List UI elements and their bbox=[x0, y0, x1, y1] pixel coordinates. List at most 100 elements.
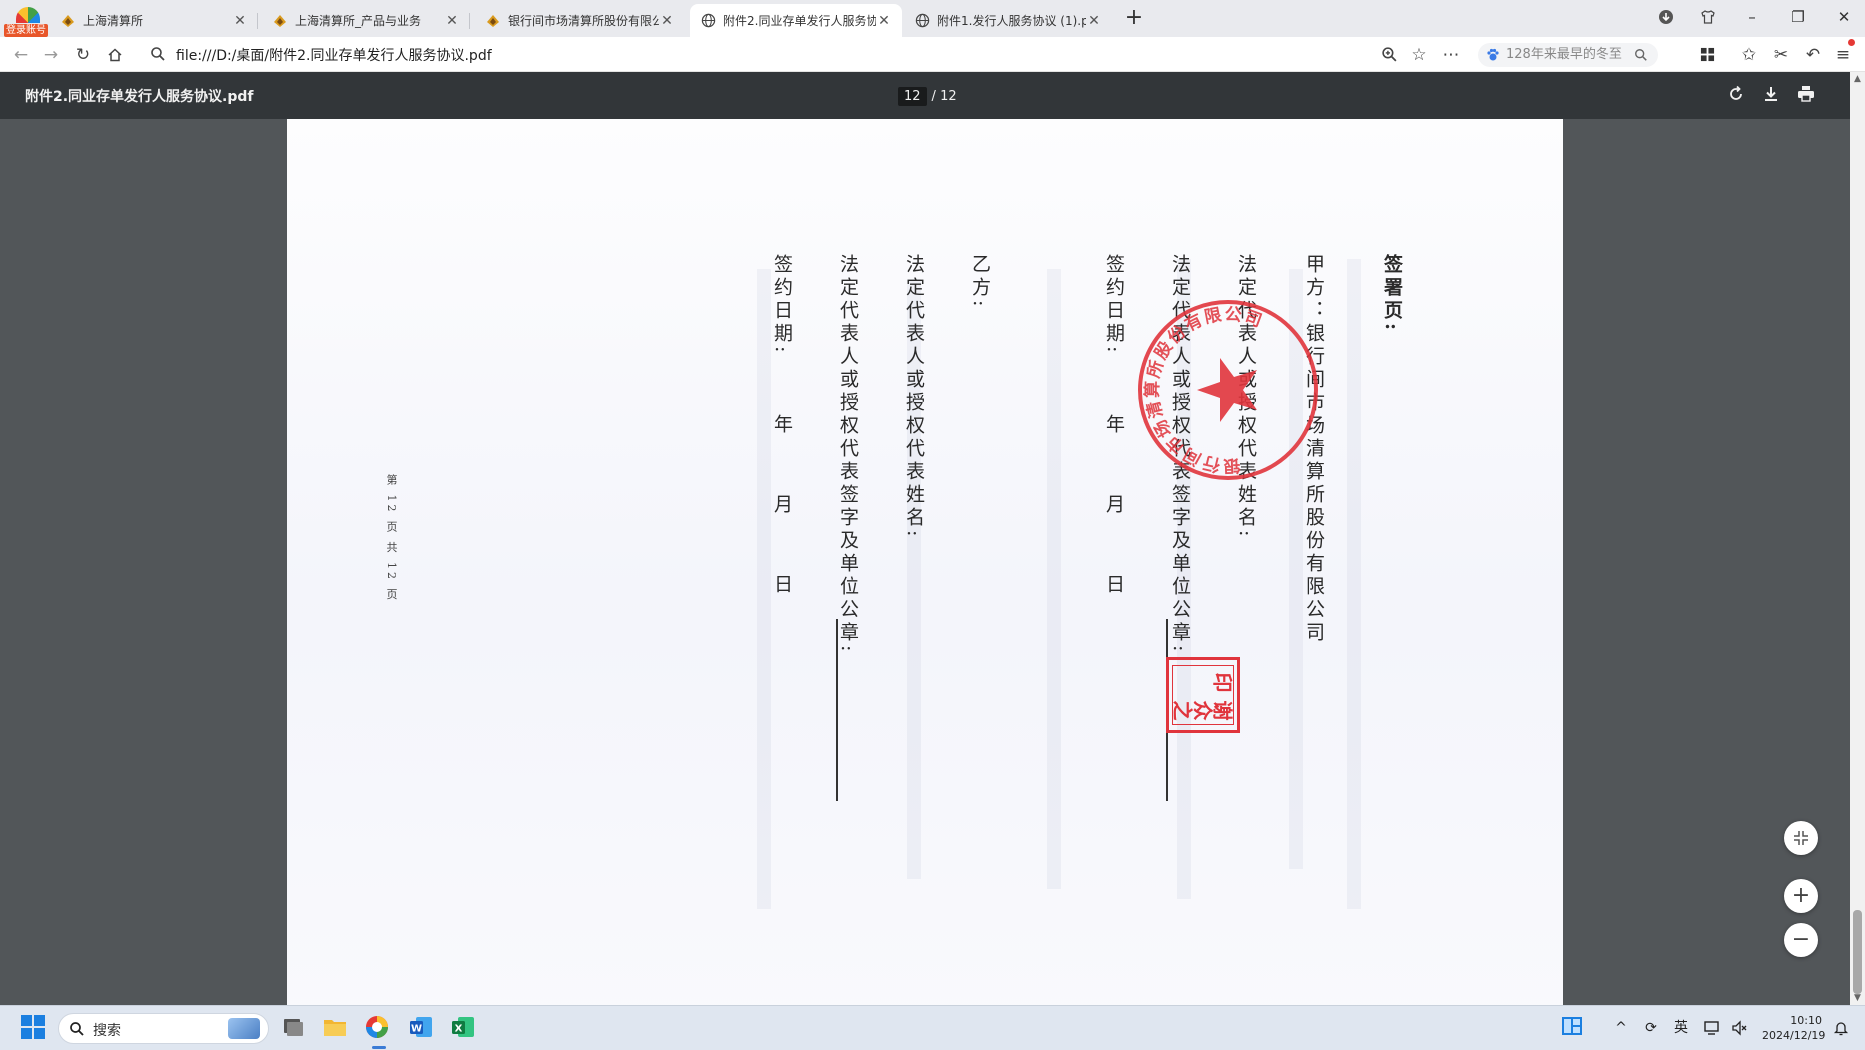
zoom-icon[interactable] bbox=[1376, 42, 1402, 68]
pdf-toolbar: 附件2.同业存单发行人服务协议.pdf 12 / 12 bbox=[0, 72, 1850, 119]
tab-title: 银行间市场清算所股份有限公 bbox=[508, 14, 659, 28]
party-b-line: 乙方: bbox=[969, 254, 991, 311]
shclearing-favicon bbox=[272, 13, 288, 29]
zoom-in-button[interactable]: + bbox=[1784, 879, 1818, 913]
word-icon[interactable]: W bbox=[408, 1014, 436, 1042]
print-icon[interactable] bbox=[1796, 84, 1818, 106]
hot-search-box[interactable]: 128年来最早的冬至 bbox=[1478, 43, 1658, 67]
widgets-icon[interactable] bbox=[1560, 1014, 1588, 1042]
rotate-icon[interactable] bbox=[1726, 84, 1748, 106]
taskbar-search-label: 搜索 bbox=[93, 1023, 121, 1039]
fit-page-button[interactable] bbox=[1784, 821, 1818, 855]
file-explorer-icon[interactable] bbox=[322, 1014, 350, 1042]
page-separator: / bbox=[931, 88, 936, 104]
page-indicator: 12 / 12 bbox=[898, 85, 957, 107]
party-a-day: 日 bbox=[1103, 574, 1125, 597]
reload-button[interactable]: ↻ bbox=[70, 42, 96, 68]
scroll-thumb[interactable] bbox=[1853, 910, 1862, 994]
tab-attachment-2-pdf[interactable]: 附件2.同业存单发行人服务协 ✕ bbox=[690, 4, 902, 37]
tab-close-icon[interactable]: ✕ bbox=[659, 13, 675, 29]
sync-icon[interactable]: ⟳ bbox=[1640, 1017, 1662, 1039]
back-button[interactable]: ← bbox=[8, 42, 34, 68]
tab-close-icon[interactable]: ✕ bbox=[1086, 13, 1102, 29]
search-highlight-icon bbox=[228, 1018, 260, 1039]
home-button[interactable] bbox=[102, 42, 128, 68]
page-footer: 第 12 页 共 12 页 bbox=[385, 474, 398, 603]
notification-dot bbox=[1848, 39, 1855, 46]
speaker-muted-icon[interactable] bbox=[1728, 1017, 1752, 1039]
forward-button[interactable]: → bbox=[38, 42, 64, 68]
login-badge: 登录账号 bbox=[4, 24, 48, 37]
clock-date: 2024/12/19 bbox=[1762, 1029, 1826, 1042]
close-window-button[interactable]: ✕ bbox=[1830, 4, 1858, 30]
party-a-month: 月 bbox=[1103, 494, 1125, 517]
tab-clearing-house[interactable]: 银行间市场清算所股份有限公 ✕ bbox=[475, 4, 685, 37]
svg-text:X: X bbox=[455, 1024, 463, 1035]
globe-icon bbox=[914, 13, 930, 29]
apps-grid-icon[interactable] bbox=[1694, 42, 1720, 68]
tray-overflow-icon[interactable]: ^ bbox=[1612, 1017, 1630, 1039]
party-b-signature-line bbox=[836, 619, 838, 801]
minimize-button[interactable]: – bbox=[1738, 4, 1766, 30]
windows-start-icon[interactable] bbox=[20, 1014, 48, 1042]
party-a-sign-date-label: 签约日期: bbox=[1103, 254, 1125, 357]
party-b-year: 年 bbox=[771, 414, 793, 437]
svg-text:W: W bbox=[411, 1024, 422, 1035]
profile-button[interactable]: 登录账号 bbox=[4, 4, 48, 37]
tab-close-icon[interactable]: ✕ bbox=[876, 13, 892, 29]
pdf-page: 签署页: 甲方：银行间市场清算所股份有限公司 法定代表人或授权代表姓名: 法定代… bbox=[287, 119, 1563, 1005]
clock-time: 10:10 bbox=[1790, 1014, 1822, 1027]
system-clock[interactable]: 10:10 2024/12/19 bbox=[1762, 1013, 1826, 1043]
pdf-file-name: 附件2.同业存单发行人服务协议.pdf bbox=[25, 89, 254, 105]
stamp-text: 谢众之印 bbox=[1172, 665, 1234, 725]
navigation-bar: ← → ↻ file:///D:/桌面/附件2.同业存单发行人服务协议.pdf … bbox=[0, 37, 1865, 72]
company-seal: 银行间市场清算所股份有限公司 bbox=[1135, 297, 1318, 483]
personal-stamp: 谢众之印 bbox=[1166, 657, 1240, 733]
tab-close-icon[interactable]: ✕ bbox=[232, 13, 248, 29]
excel-icon[interactable]: X bbox=[450, 1014, 478, 1042]
current-page-input[interactable]: 12 bbox=[898, 86, 927, 106]
favorites-list-icon[interactable]: ✩ bbox=[1736, 42, 1762, 68]
network-icon[interactable] bbox=[1700, 1017, 1724, 1039]
restore-button[interactable]: ❐ bbox=[1784, 4, 1812, 30]
downloads-icon[interactable] bbox=[1652, 4, 1680, 30]
shclearing-favicon bbox=[60, 13, 76, 29]
party-b-rep-name: 法定代表人或授权代表姓名: bbox=[903, 254, 925, 541]
tab-attachment-1-pdf[interactable]: 附件1.发行人服务协议 (1).pdf ✕ bbox=[904, 4, 1112, 37]
search-icon[interactable] bbox=[1634, 48, 1648, 62]
ime-indicator[interactable]: 英 bbox=[1670, 1017, 1692, 1039]
party-a-year: 年 bbox=[1103, 414, 1125, 437]
undo-icon[interactable]: ↶ bbox=[1800, 42, 1826, 68]
party-b-month: 月 bbox=[771, 494, 793, 517]
tab-close-icon[interactable]: ✕ bbox=[444, 13, 460, 29]
tab-shclearing-home[interactable]: 上海清算所 ✕ bbox=[50, 4, 258, 37]
hot-search-text: 128年来最早的冬至 bbox=[1506, 47, 1622, 62]
party-b-day: 日 bbox=[771, 574, 793, 597]
party-b-sign-date-label: 签约日期: bbox=[771, 254, 793, 357]
more-menu-icon[interactable]: ⋯ bbox=[1438, 42, 1464, 68]
signature-page-heading: 签署页: bbox=[1381, 254, 1403, 335]
shclearing-favicon bbox=[485, 13, 501, 29]
scroll-up-arrow-icon[interactable]: ▲ bbox=[1850, 72, 1865, 86]
tab-strip: 登录账号 上海清算所 ✕ 上海清算所_产品与业务 ✕ 银行间市场清算所股份有限公… bbox=[0, 0, 1865, 37]
globe-icon bbox=[700, 13, 716, 29]
pdf-scrollbar[interactable]: ▲ ▼ bbox=[1850, 72, 1865, 1005]
task-view-icon[interactable] bbox=[280, 1014, 308, 1042]
browser-taskbar-icon[interactable] bbox=[364, 1014, 392, 1042]
browser-logo-icon bbox=[16, 7, 40, 23]
taskbar: 搜索 W X ^ ⟳ 英 10:10 2024/12/19 bbox=[0, 1005, 1865, 1050]
address-input[interactable]: file:///D:/桌面/附件2.同业存单发行人服务协议.pdf bbox=[176, 45, 492, 65]
total-pages: 12 bbox=[940, 88, 957, 104]
tab-title: 上海清算所 bbox=[83, 14, 144, 28]
notification-bell-icon[interactable] bbox=[1830, 1017, 1852, 1039]
bookmark-star-icon[interactable]: ☆ bbox=[1406, 42, 1432, 68]
new-tab-button[interactable]: + bbox=[1124, 6, 1144, 30]
zoom-out-button[interactable]: − bbox=[1784, 923, 1818, 957]
download-icon[interactable] bbox=[1761, 84, 1783, 106]
tab-shclearing-products[interactable]: 上海清算所_产品与业务 ✕ bbox=[262, 4, 470, 37]
shirt-skin-icon[interactable] bbox=[1694, 4, 1722, 30]
tab-title: 附件1.发行人服务协议 (1).pdf bbox=[937, 14, 1086, 28]
taskbar-search-box[interactable]: 搜索 bbox=[58, 1013, 269, 1044]
scissors-icon[interactable]: ✂ bbox=[1768, 42, 1794, 68]
scroll-down-arrow-icon[interactable]: ▼ bbox=[1850, 991, 1865, 1005]
